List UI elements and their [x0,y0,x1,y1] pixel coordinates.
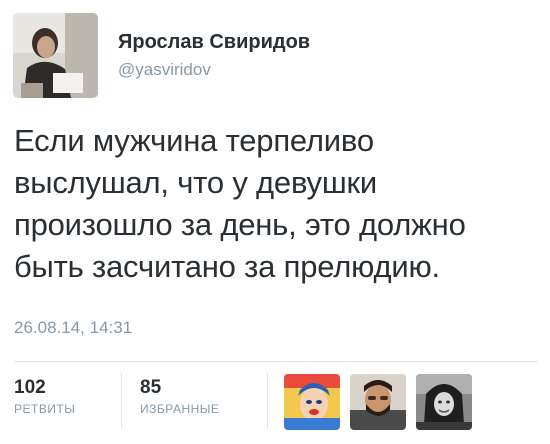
favorites-label: ИЗБРАННЫЕ [140,402,220,416]
man-avatar-image [350,374,406,430]
retweets-label: РЕТВИТЫ [14,402,76,416]
favoriter-avatar-popart[interactable] [284,374,340,430]
retweets-count: 102 [14,377,46,398]
author-handle[interactable]: @yasviridov [118,60,211,80]
author-name[interactable]: Ярослав Свиридов [118,31,310,54]
tweet-timestamp[interactable]: 26.08.14, 14:31 [14,318,132,338]
woman-avatar-image [416,374,472,430]
favorites-stat[interactable]: 85 ИЗБРАННЫЕ [140,377,219,416]
tweet-line: произошло за день, это должно [14,207,466,242]
tweet-line: выслушал, что у девушки [14,165,377,200]
stat-separator [267,373,268,429]
retweets-stat[interactable]: 102 РЕТВИТЫ [14,377,75,416]
popart-avatar-image [284,374,340,430]
tweet-line: Если мужчина терпеливо [14,123,374,158]
favoriter-avatar-woman[interactable] [416,374,472,430]
tweet-text: Если мужчина терпеливо выслушал, что у д… [14,120,539,288]
author-photo [13,13,98,98]
author-avatar[interactable] [13,13,98,98]
favoriter-avatar-man[interactable] [350,374,406,430]
favorites-count: 85 [140,377,162,398]
stat-separator [121,373,122,429]
tweet-line: быть засчитано за прелюдию. [14,249,440,284]
divider [14,361,538,362]
